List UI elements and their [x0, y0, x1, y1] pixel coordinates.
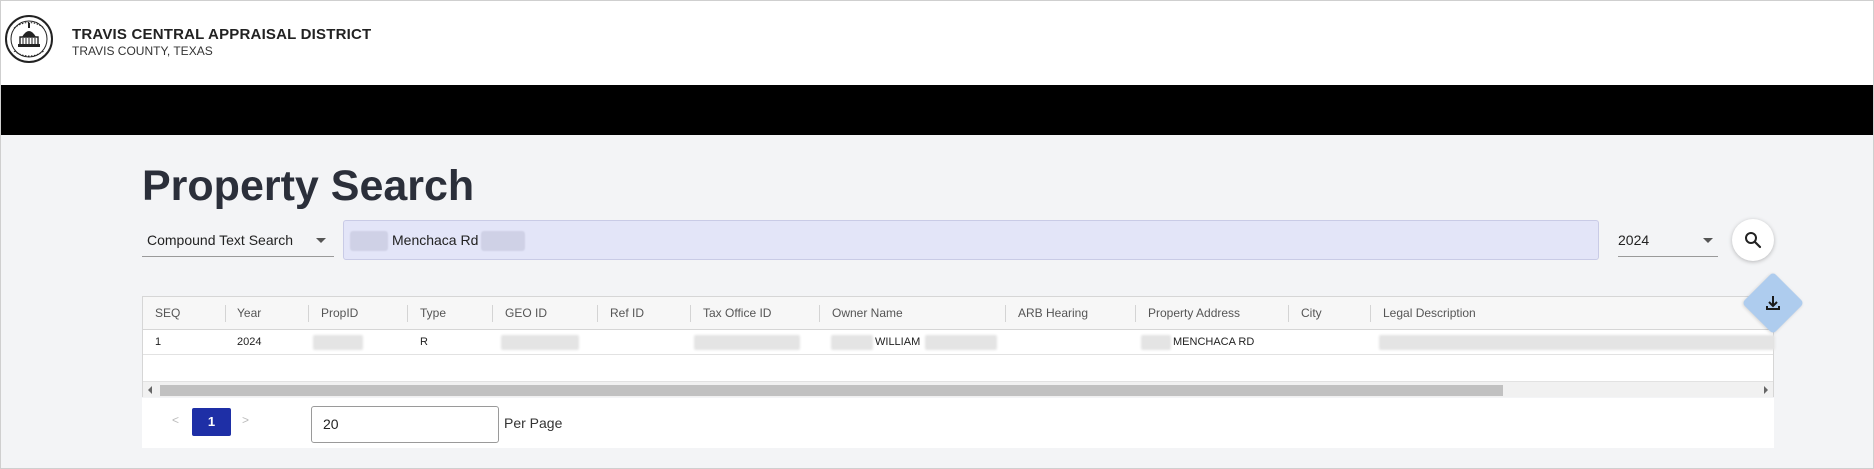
column-separator[interactable]: [1005, 305, 1006, 322]
scroll-left-icon[interactable]: [148, 386, 152, 394]
year-value: 2024: [1618, 232, 1650, 248]
org-subtitle: TRAVIS COUNTY, TEXAS: [72, 44, 213, 58]
column-header-property-address[interactable]: Property Address: [1148, 297, 1240, 330]
redacted-address-number: [1141, 335, 1171, 350]
column-header-legal-description[interactable]: Legal Description: [1383, 297, 1476, 330]
search-type-value: Compound Text Search: [147, 232, 294, 248]
cell-year: 2024: [237, 336, 262, 348]
page-button-current[interactable]: 1: [192, 408, 231, 436]
column-header-arb-hearing[interactable]: ARB Hearing: [1018, 297, 1088, 330]
column-header-city[interactable]: City: [1301, 297, 1322, 330]
horizontal-scrollbar[interactable]: [143, 381, 1773, 397]
results-table: SEQ Year PropID Type GEO ID Ref ID Tax O…: [142, 296, 1775, 397]
column-header-geo-id[interactable]: GEO ID: [505, 297, 547, 330]
pagination: < 1 > 20 Per Page: [142, 398, 1774, 448]
nav-bar: [1, 85, 1873, 135]
redacted-text: [350, 231, 388, 251]
column-header-tax-office-id[interactable]: Tax Office ID: [703, 297, 771, 330]
search-button[interactable]: [1732, 219, 1774, 261]
column-separator[interactable]: [1135, 305, 1136, 322]
redacted-owner-name: [925, 335, 997, 350]
next-page-button[interactable]: >: [242, 413, 249, 427]
page-title: Property Search: [142, 162, 475, 210]
redacted-geo-id: [501, 335, 579, 350]
column-separator[interactable]: [1288, 305, 1289, 322]
column-header-type[interactable]: Type: [420, 297, 446, 330]
scrollbar-thumb[interactable]: [160, 385, 1503, 396]
per-page-label: Per Page: [504, 415, 563, 431]
county-seal-icon[interactable]: [4, 13, 54, 65]
table-header: SEQ Year PropID Type GEO ID Ref ID Tax O…: [143, 297, 1773, 330]
column-header-propid[interactable]: PropID: [321, 297, 358, 330]
year-select[interactable]: 2024: [1618, 223, 1718, 257]
redacted-propid[interactable]: [313, 335, 363, 350]
search-type-select[interactable]: Compound Text Search: [142, 223, 334, 257]
column-separator[interactable]: [492, 305, 493, 322]
org-title: TRAVIS CENTRAL APPRAISAL DISTRICT: [72, 26, 372, 43]
search-icon: [1745, 232, 1762, 249]
chevron-down-icon: [1703, 238, 1713, 243]
column-header-seq[interactable]: SEQ: [155, 297, 180, 330]
cell-owner-name: WILLIAM: [875, 336, 921, 348]
column-separator[interactable]: [407, 305, 408, 322]
table-row[interactable]: 1 2024 R WILLIAM MENCHACA RD: [143, 330, 1775, 355]
cell-seq: 1: [155, 336, 162, 348]
column-header-ref-id[interactable]: Ref ID: [610, 297, 644, 330]
app-frame: TRAVIS CENTRAL APPRAISAL DISTRICT TRAVIS…: [0, 0, 1874, 469]
chevron-down-icon: [316, 238, 326, 243]
search-query-value: Menchaca Rd: [392, 232, 479, 248]
search-input[interactable]: Menchaca Rd: [343, 220, 1599, 260]
redacted-legal-description: [1379, 335, 1775, 350]
column-header-year[interactable]: Year: [237, 297, 261, 330]
site-header: TRAVIS CENTRAL APPRAISAL DISTRICT TRAVIS…: [1, 1, 1873, 85]
redacted-owner-name: [831, 335, 873, 350]
download-icon[interactable]: [1763, 293, 1783, 313]
column-separator[interactable]: [308, 305, 309, 322]
column-separator[interactable]: [225, 305, 226, 322]
column-header-owner-name[interactable]: Owner Name: [832, 297, 903, 330]
cell-type: R: [420, 336, 428, 348]
column-separator[interactable]: [690, 305, 691, 322]
column-separator[interactable]: [597, 305, 598, 322]
redacted-text: [481, 231, 525, 251]
cell-property-address: MENCHACA RD: [1173, 336, 1255, 348]
per-page-input[interactable]: 20: [311, 406, 499, 443]
column-separator[interactable]: [819, 305, 820, 322]
column-separator[interactable]: [1370, 305, 1371, 322]
prev-page-button[interactable]: <: [172, 413, 179, 427]
scroll-right-icon[interactable]: [1764, 386, 1768, 394]
redacted-tax-office-id: [694, 335, 800, 350]
